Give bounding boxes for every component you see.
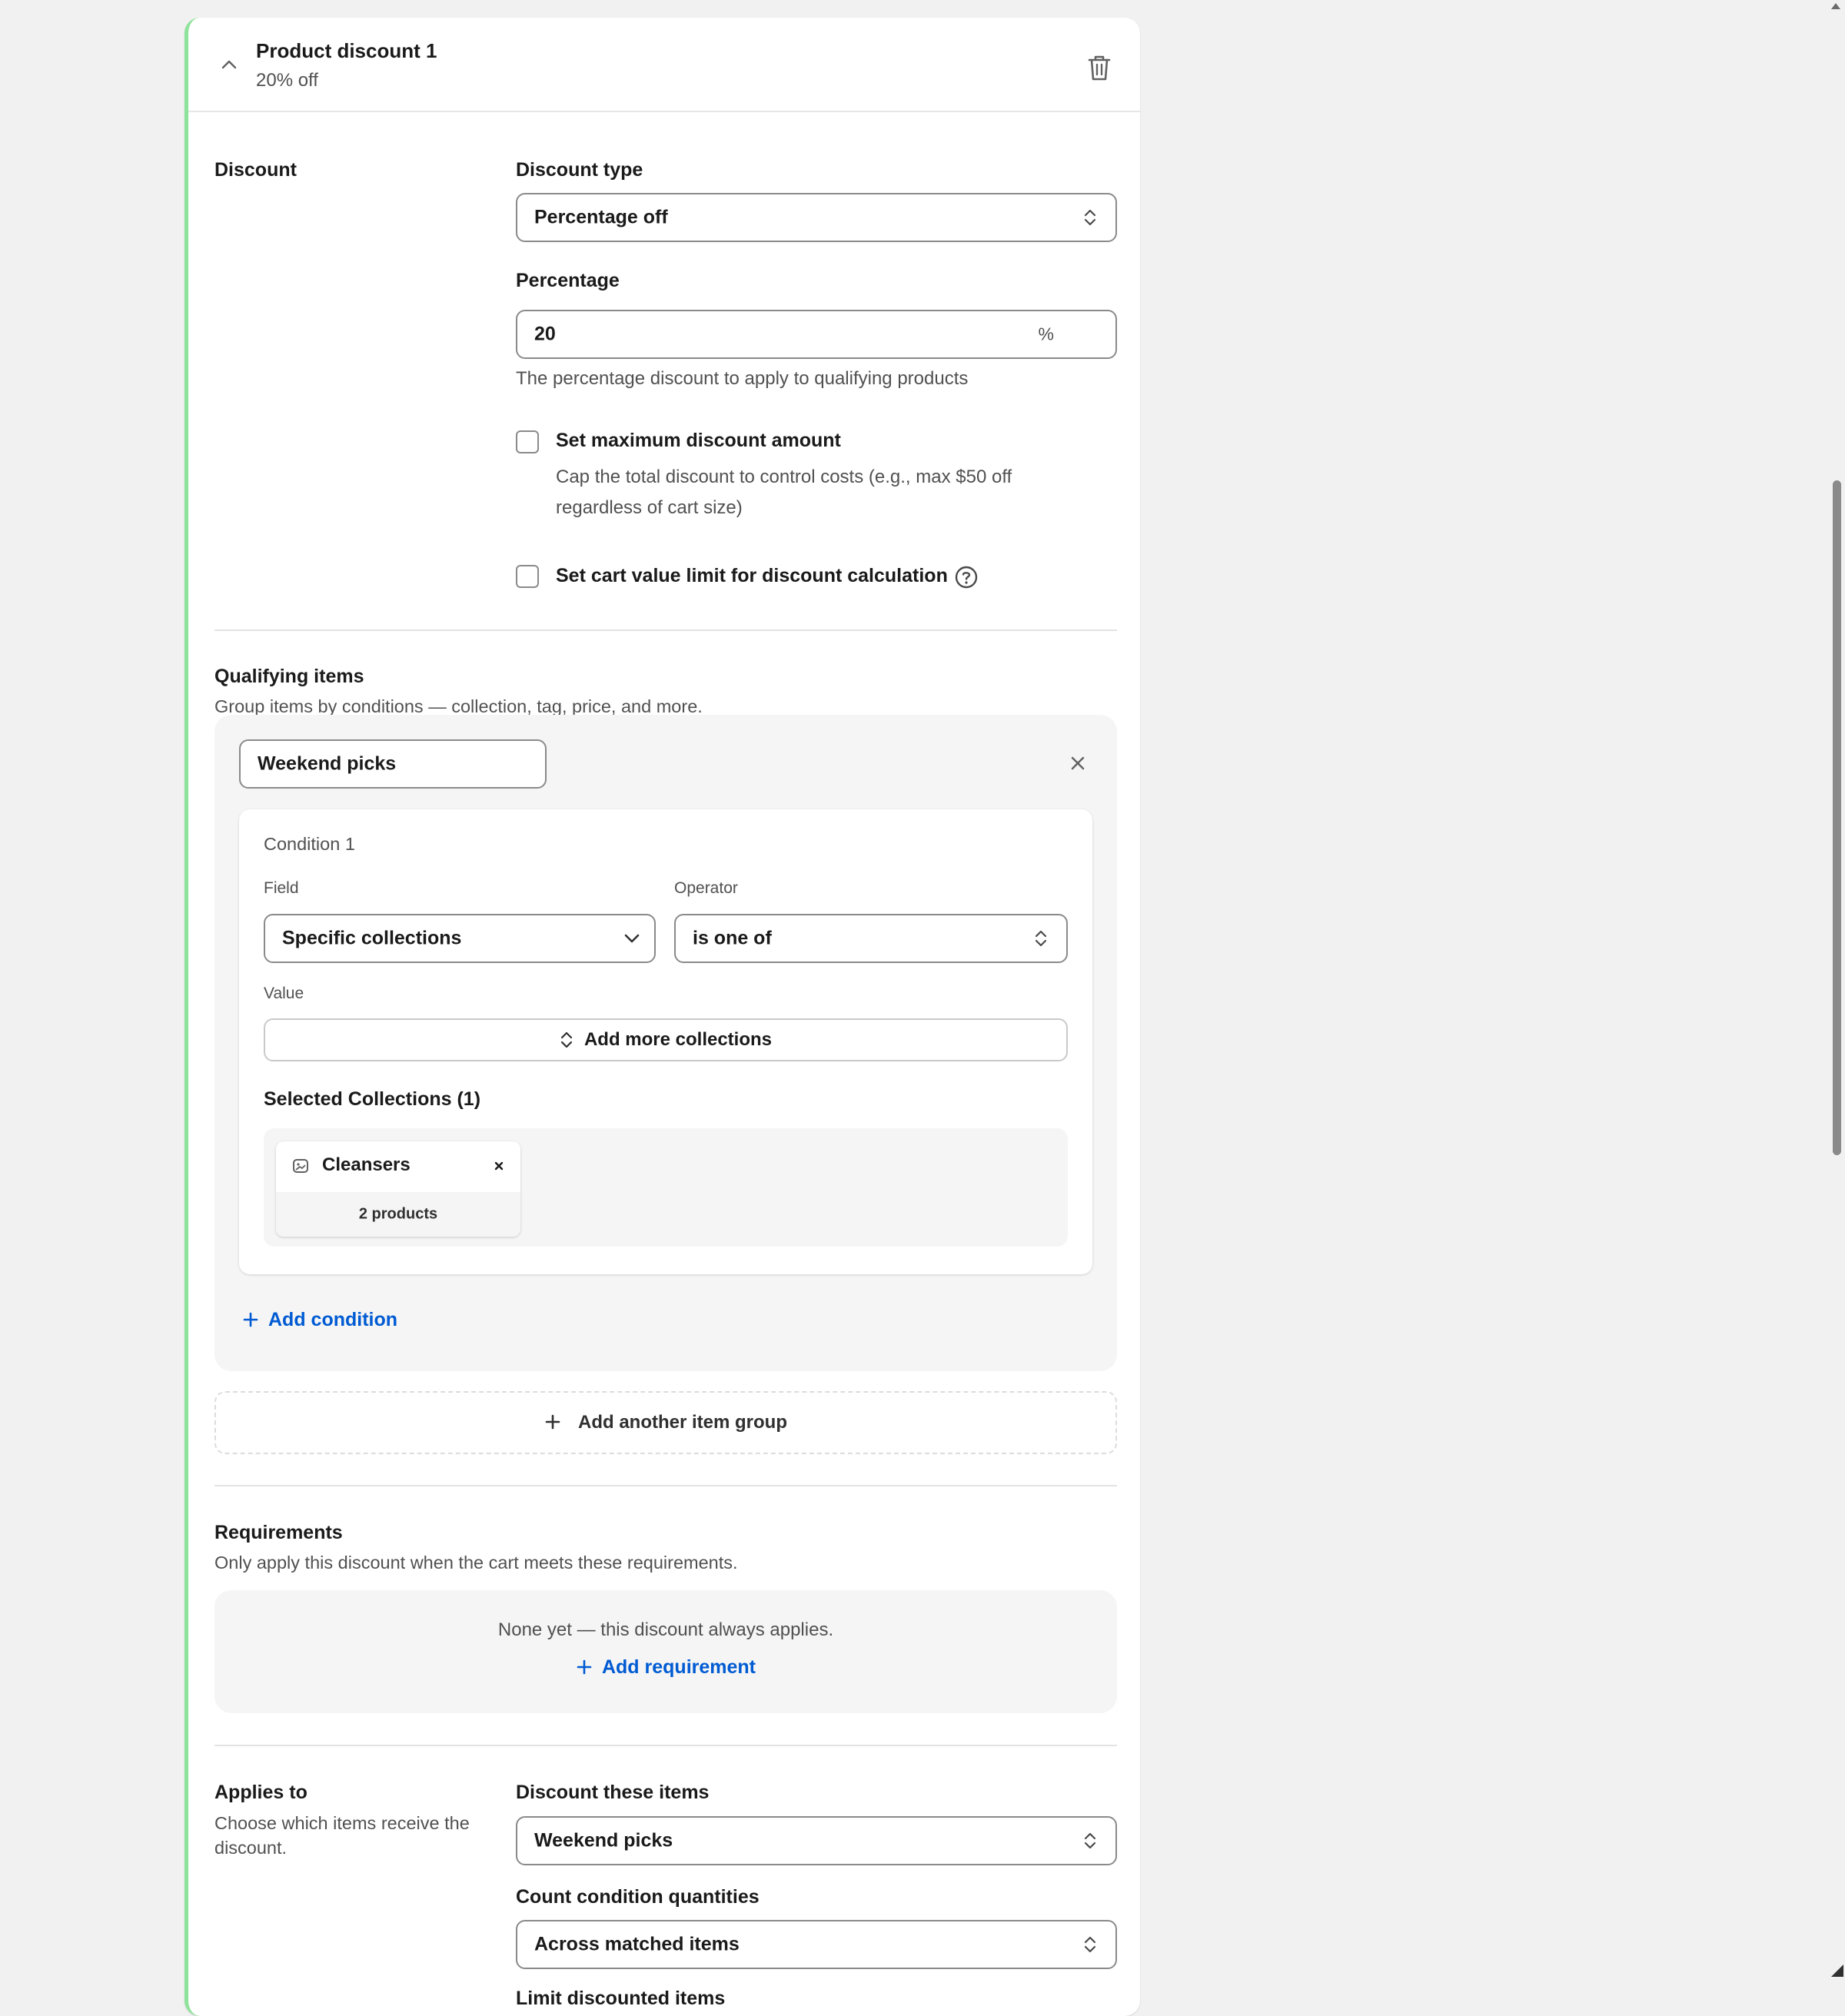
discount-type-value: Percentage off <box>534 206 668 228</box>
count-quantities-value: Across matched items <box>534 1933 740 1955</box>
product-discount-card: Product discount 1 20% off Discount Disc… <box>184 18 1140 2016</box>
collection-product-count: 2 products <box>358 1205 438 1223</box>
field-select[interactable]: Specific collections <box>264 914 656 963</box>
operator-select[interactable]: is one of <box>674 914 1068 963</box>
requirements-box: None yet — this discount always applies.… <box>214 1590 1117 1713</box>
selected-collections-title: Selected Collections (1) <box>264 1088 481 1110</box>
discount-type-select[interactable]: Percentage off <box>516 193 1117 242</box>
percentage-label: Percentage <box>516 270 620 291</box>
percentage-hint: The percentage discount to apply to qual… <box>516 368 969 389</box>
add-requirement-link[interactable]: Add requirement <box>576 1656 756 1678</box>
chevron-down-icon <box>624 934 640 943</box>
qualifying-items-title: Qualifying items <box>214 666 364 687</box>
requirements-empty-text: None yet — this discount always applies. <box>497 1619 834 1640</box>
requirements-description: Only apply this discount when the cart m… <box>214 1553 738 1573</box>
add-more-collections-label: Add more collections <box>583 1029 773 1050</box>
qualifying-items-description: Group items by conditions — collection, … <box>214 696 703 716</box>
field-label: Field <box>264 879 299 897</box>
trash-icon[interactable] <box>1086 53 1112 82</box>
condition-title: Condition 1 <box>264 834 355 854</box>
discount-title: Product discount 1 <box>256 39 437 62</box>
section-divider <box>214 629 1117 631</box>
collection-chip: Cleansers 2 products <box>276 1141 520 1237</box>
value-label: Value <box>264 985 304 1002</box>
collection-name: Cleansers <box>322 1154 411 1175</box>
max-discount-label[interactable]: Set maximum discount amount <box>556 430 841 452</box>
cart-limit-checkbox[interactable] <box>516 565 539 588</box>
help-icon[interactable] <box>954 565 979 590</box>
discount-section-label: Discount <box>214 159 297 181</box>
resize-corner-icon <box>1831 1965 1843 1977</box>
cart-limit-label[interactable]: Set cart value limit for discount calcul… <box>556 565 948 587</box>
requirements-title: Requirements <box>214 1522 343 1543</box>
discount-items-select[interactable]: Weekend picks <box>516 1816 1117 1865</box>
max-discount-checkbox[interactable] <box>516 430 539 453</box>
collection-footer: 2 products <box>276 1192 520 1237</box>
discount-items-label: Discount these items <box>516 1782 710 1803</box>
applies-to-description-line2: discount. <box>214 1838 288 1858</box>
percentage-value: 20 <box>534 323 556 345</box>
group-name-input[interactable]: Weekend picks <box>239 739 547 789</box>
condition-card: Condition 1 Field Specific collections O… <box>239 809 1092 1274</box>
section-divider <box>214 1485 1117 1486</box>
section-divider <box>214 1745 1117 1746</box>
percentage-suffix: % <box>1038 324 1054 344</box>
add-item-group-button[interactable]: Add another item group <box>214 1391 1117 1454</box>
count-quantities-select[interactable]: Across matched items <box>516 1920 1117 1969</box>
plus-icon <box>243 1312 258 1327</box>
add-more-collections-button[interactable]: Add more collections <box>264 1018 1068 1061</box>
max-discount-hint-line2: regardless of cart size) <box>556 497 743 518</box>
percentage-input[interactable]: 20 % <box>516 310 1117 359</box>
group-name-value: Weekend picks <box>258 752 397 775</box>
discount-items-value: Weekend picks <box>534 1829 673 1852</box>
plus-icon <box>545 1414 560 1430</box>
applies-to-title: Applies to <box>214 1782 308 1803</box>
plus-icon <box>577 1659 592 1675</box>
limit-discounted-items-label: Limit discounted items <box>516 1988 726 2009</box>
add-item-group-label: Add another item group <box>578 1412 787 1433</box>
scroll-up-arrow-icon[interactable] <box>1831 3 1840 9</box>
field-value: Specific collections <box>282 927 462 949</box>
remove-collection-icon[interactable] <box>493 1160 505 1172</box>
chevron-up-icon[interactable] <box>221 56 238 73</box>
select-arrows-icon <box>1084 1832 1096 1849</box>
scrollbar-thumb[interactable] <box>1833 480 1841 1155</box>
count-quantities-label: Count condition quantities <box>516 1886 760 1908</box>
close-icon[interactable] <box>1066 752 1089 775</box>
max-discount-hint-line1: Cap the total discount to control costs … <box>556 467 1012 487</box>
discount-type-label: Discount type <box>516 159 643 181</box>
collection-icon <box>293 1159 308 1173</box>
select-arrows-icon <box>560 1031 573 1048</box>
add-condition-link[interactable]: Add condition <box>242 1309 397 1331</box>
operator-label: Operator <box>674 879 738 897</box>
applies-to-description-line1: Choose which items receive the <box>214 1813 470 1833</box>
card-header[interactable]: Product discount 1 20% off <box>188 18 1140 112</box>
selected-collections-area: Cleansers 2 products <box>264 1128 1068 1247</box>
item-group: Weekend picks Condition 1 Field Specific… <box>214 715 1117 1371</box>
select-arrows-icon <box>1084 1936 1096 1953</box>
operator-value: is one of <box>693 927 772 949</box>
select-arrows-icon <box>1084 209 1096 226</box>
select-arrows-icon <box>1035 930 1047 947</box>
add-condition-label: Add condition <box>268 1309 398 1330</box>
vertical-scrollbar[interactable] <box>1827 0 1845 1978</box>
add-requirement-label: Add requirement <box>601 1656 756 1678</box>
discount-summary: 20% off <box>256 70 318 91</box>
